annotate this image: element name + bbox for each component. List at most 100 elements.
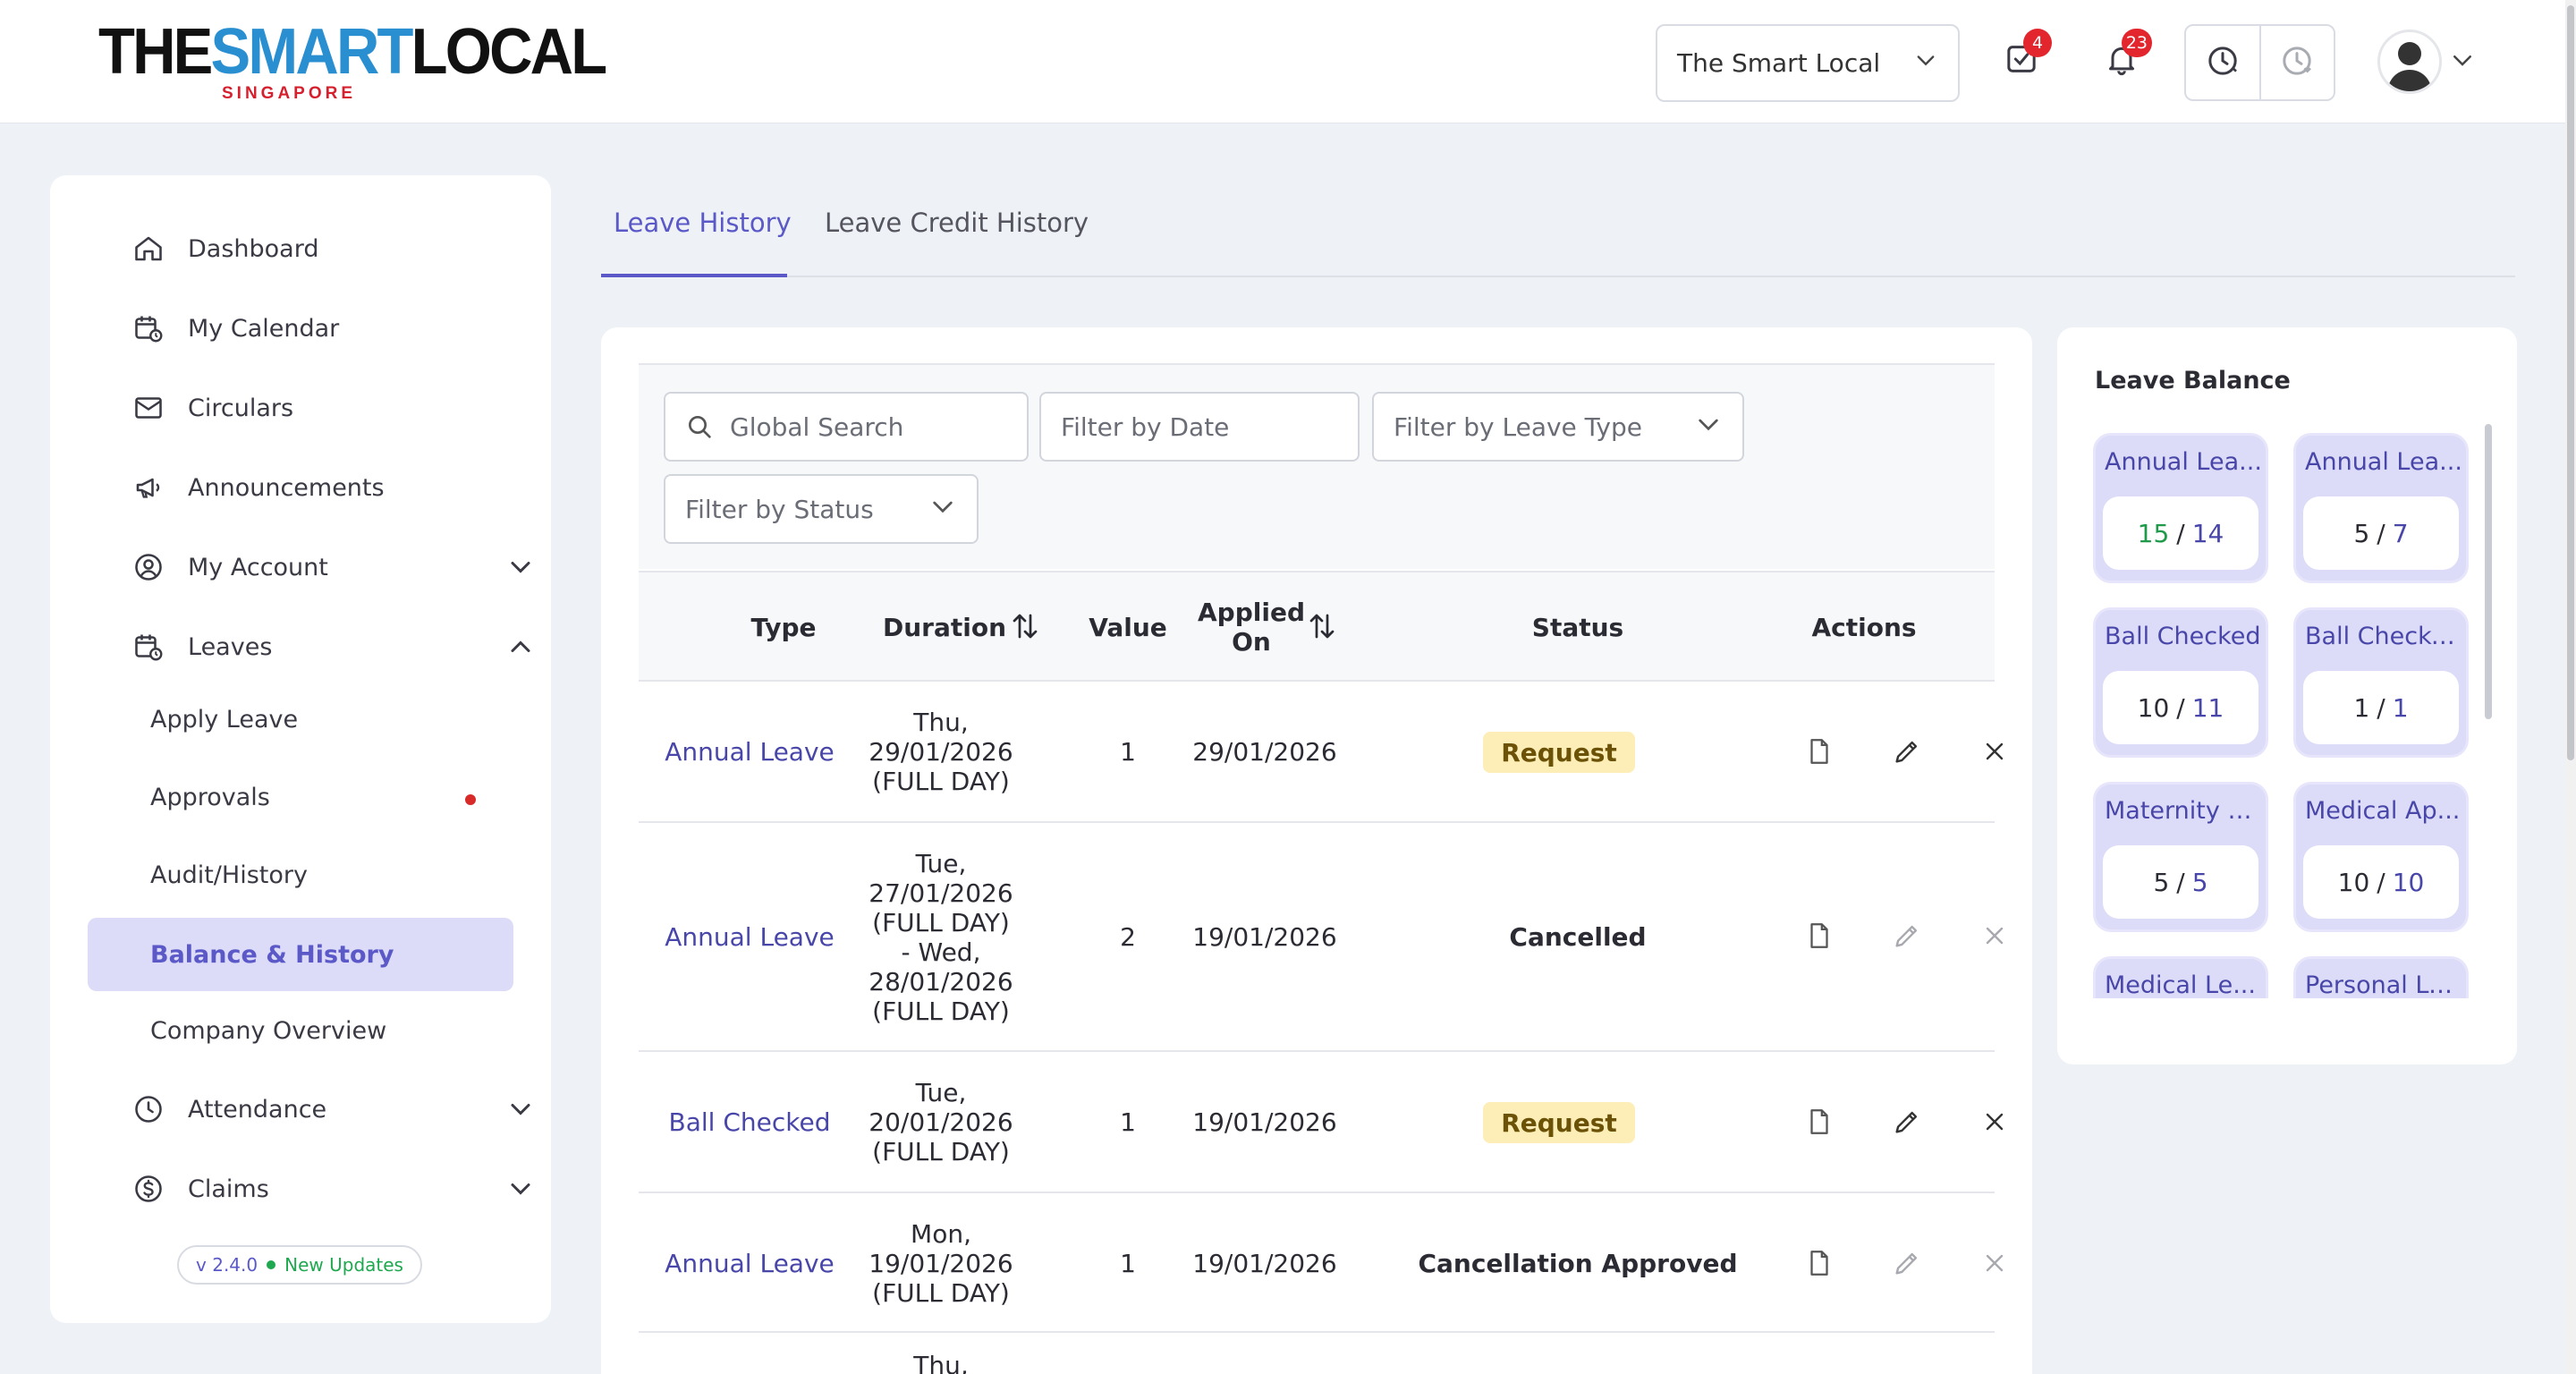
chevron-down-icon[interactable] [504,551,537,583]
clock-out-button[interactable] [2258,26,2334,99]
version-badge[interactable]: v 2.4.0 New Updates [177,1245,422,1285]
user-menu[interactable] [2377,30,2476,94]
table-row: Thu, [913,1351,969,1374]
column-header-value: Value [1089,613,1167,642]
balance-scrollbar[interactable] [2485,424,2492,719]
mail-icon [131,390,166,426]
filter-bar: Global Search Filter by Date Filter by L… [639,363,1995,569]
clock-up-icon [2205,43,2241,82]
document-icon[interactable] [1801,734,1837,769]
sidebar-item-announcements[interactable]: Announcements [131,462,385,513]
global-search-input[interactable]: Global Search [664,392,1029,462]
top-header: THESMARTLOCAL SINGAPORE The Smart Local … [0,0,2565,123]
leave-balance-card[interactable]: Personal Le... [2293,956,2469,998]
table-header: Type Duration Value Applied On Status Ac… [639,571,1995,682]
filter-by-leave-type-select[interactable]: Filter by Leave Type [1372,392,1744,462]
chevron-down-icon[interactable] [504,1093,537,1125]
leave-balance-card[interactable]: Medical Le... [2093,956,2268,998]
document-icon[interactable] [1801,918,1837,954]
column-header-type: Type [750,613,817,642]
sidebar-subitem-balance-history[interactable]: Balance & History [150,929,394,980]
megaphone-icon [131,470,166,505]
calendar-clock-icon [131,310,166,346]
sort-icon[interactable] [1306,610,1338,646]
avatar [2377,30,2442,94]
notifications-badge: 23 [2121,29,2152,57]
close-icon[interactable] [1977,734,2012,769]
sidebar-item-dashboard[interactable]: Dashboard [131,224,318,274]
sidebar-item-my-calendar[interactable]: My Calendar [131,303,339,353]
calendar-clock-icon [131,629,166,665]
tasks-badge: 4 [2023,29,2052,57]
sort-icon[interactable] [1009,610,1041,646]
leave-balance-card[interactable]: Ball Checke... 1/1 [2293,607,2469,758]
leave-balance-card[interactable]: Annual Lea... 15/14 [2093,433,2268,583]
chevron-down-icon [1694,410,1723,445]
table-row: Annual Leave Tue, 27/01/2026 (FULL DAY) - W… [639,823,2004,1052]
sidebar-item-claims[interactable]: Claims [131,1164,269,1214]
close-icon [1977,918,2012,954]
approvals-notification-dot [465,794,476,805]
sidebar: Dashboard My Calendar Circulars Announce… [50,175,551,1323]
status-text: Cancelled [1509,922,1647,952]
leave-balance-card[interactable]: Annual Lea... 5/7 [2293,433,2469,583]
status-badge: Request [1483,1102,1635,1143]
leave-balance-card[interactable]: Ball Checked 10/11 [2093,607,2268,758]
sidebar-subitem-approvals[interactable]: Approvals [150,772,270,822]
tasks-button[interactable]: 4 [1996,29,2052,86]
filter-by-date-input[interactable]: Filter by Date [1039,392,1360,462]
chevron-down-icon [928,492,957,527]
sidebar-item-attendance[interactable]: Attendance [131,1084,326,1134]
clock-icon [131,1091,166,1127]
table-row: Ball Checked Tue, 20/01/2026 (FULL DAY) 1 … [639,1052,2004,1193]
filter-by-status-select[interactable]: Filter by Status [664,474,979,544]
notifications-button[interactable]: 23 [2097,29,2152,86]
edit-pencil-icon[interactable] [1889,1104,1925,1140]
edit-pencil-icon [1889,918,1925,954]
user-circle-icon [131,549,166,585]
leave-balance-card[interactable]: Medical Ap... 10/10 [2293,782,2469,932]
sidebar-subitem-apply-leave[interactable]: Apply Leave [150,694,298,744]
chevron-down-icon[interactable] [504,1173,537,1205]
tab-leave-history[interactable]: Leave History [614,208,792,238]
home-icon [131,231,166,267]
chevron-down-icon [1913,47,1938,79]
leave-balance-list[interactable]: Annual Lea... 15/14 Annual Lea... 5/7 Ba… [2093,433,2470,998]
leave-balance-title: Leave Balance [2095,367,2291,394]
history-tabs: Leave History Leave Credit History [601,188,2515,277]
status-badge: Request [1483,732,1635,773]
tab-leave-credit-history[interactable]: Leave Credit History [825,208,1089,238]
sidebar-item-my-account[interactable]: My Account [131,542,328,592]
company-select-value: The Smart Local [1677,48,1881,78]
close-icon [1977,1245,2012,1281]
search-icon [685,412,714,441]
document-icon[interactable] [1801,1245,1837,1281]
active-tab-indicator [601,274,787,277]
column-header-applied-on: Applied On [1198,598,1305,657]
edit-pencil-icon[interactable] [1889,734,1925,769]
leave-balance-panel: Leave Balance Annual Lea... 15/14 Annual… [2057,327,2517,1064]
sidebar-item-circulars[interactable]: Circulars [131,383,293,433]
chevron-up-icon[interactable] [504,631,537,663]
column-header-duration: Duration [882,613,1007,642]
page-scrollbar-thumb[interactable] [2567,5,2574,760]
sidebar-subitem-company-overview[interactable]: Company Overview [150,1005,386,1056]
clock-down-icon [2279,43,2315,82]
leave-balance-card[interactable]: Maternity L... 5/5 [2093,782,2268,932]
table-row: Annual Leave Thu, 29/01/2026 (FULL DAY) 1 … [639,682,2004,823]
edit-pencil-icon [1889,1245,1925,1281]
dollar-circle-icon [131,1171,166,1207]
column-header-actions: Actions [1811,613,1917,642]
document-icon[interactable] [1801,1104,1837,1140]
column-header-status: Status [1531,613,1624,642]
page-scrollbar[interactable] [2565,0,2576,1374]
sidebar-item-leaves[interactable]: Leaves [131,622,272,672]
company-logo[interactable]: THESMARTLOCAL SINGAPORE [98,20,607,106]
sidebar-subitem-audit-history[interactable]: Audit/History [150,850,308,900]
clock-in-button[interactable] [2186,26,2259,99]
close-icon[interactable] [1977,1104,2012,1140]
company-select[interactable]: The Smart Local [1656,24,1960,102]
leave-history-card: Global Search Filter by Date Filter by L… [601,327,2032,1374]
status-text: Cancellation Approved [1418,1249,1738,1278]
clock-in-out-group [2184,24,2335,101]
